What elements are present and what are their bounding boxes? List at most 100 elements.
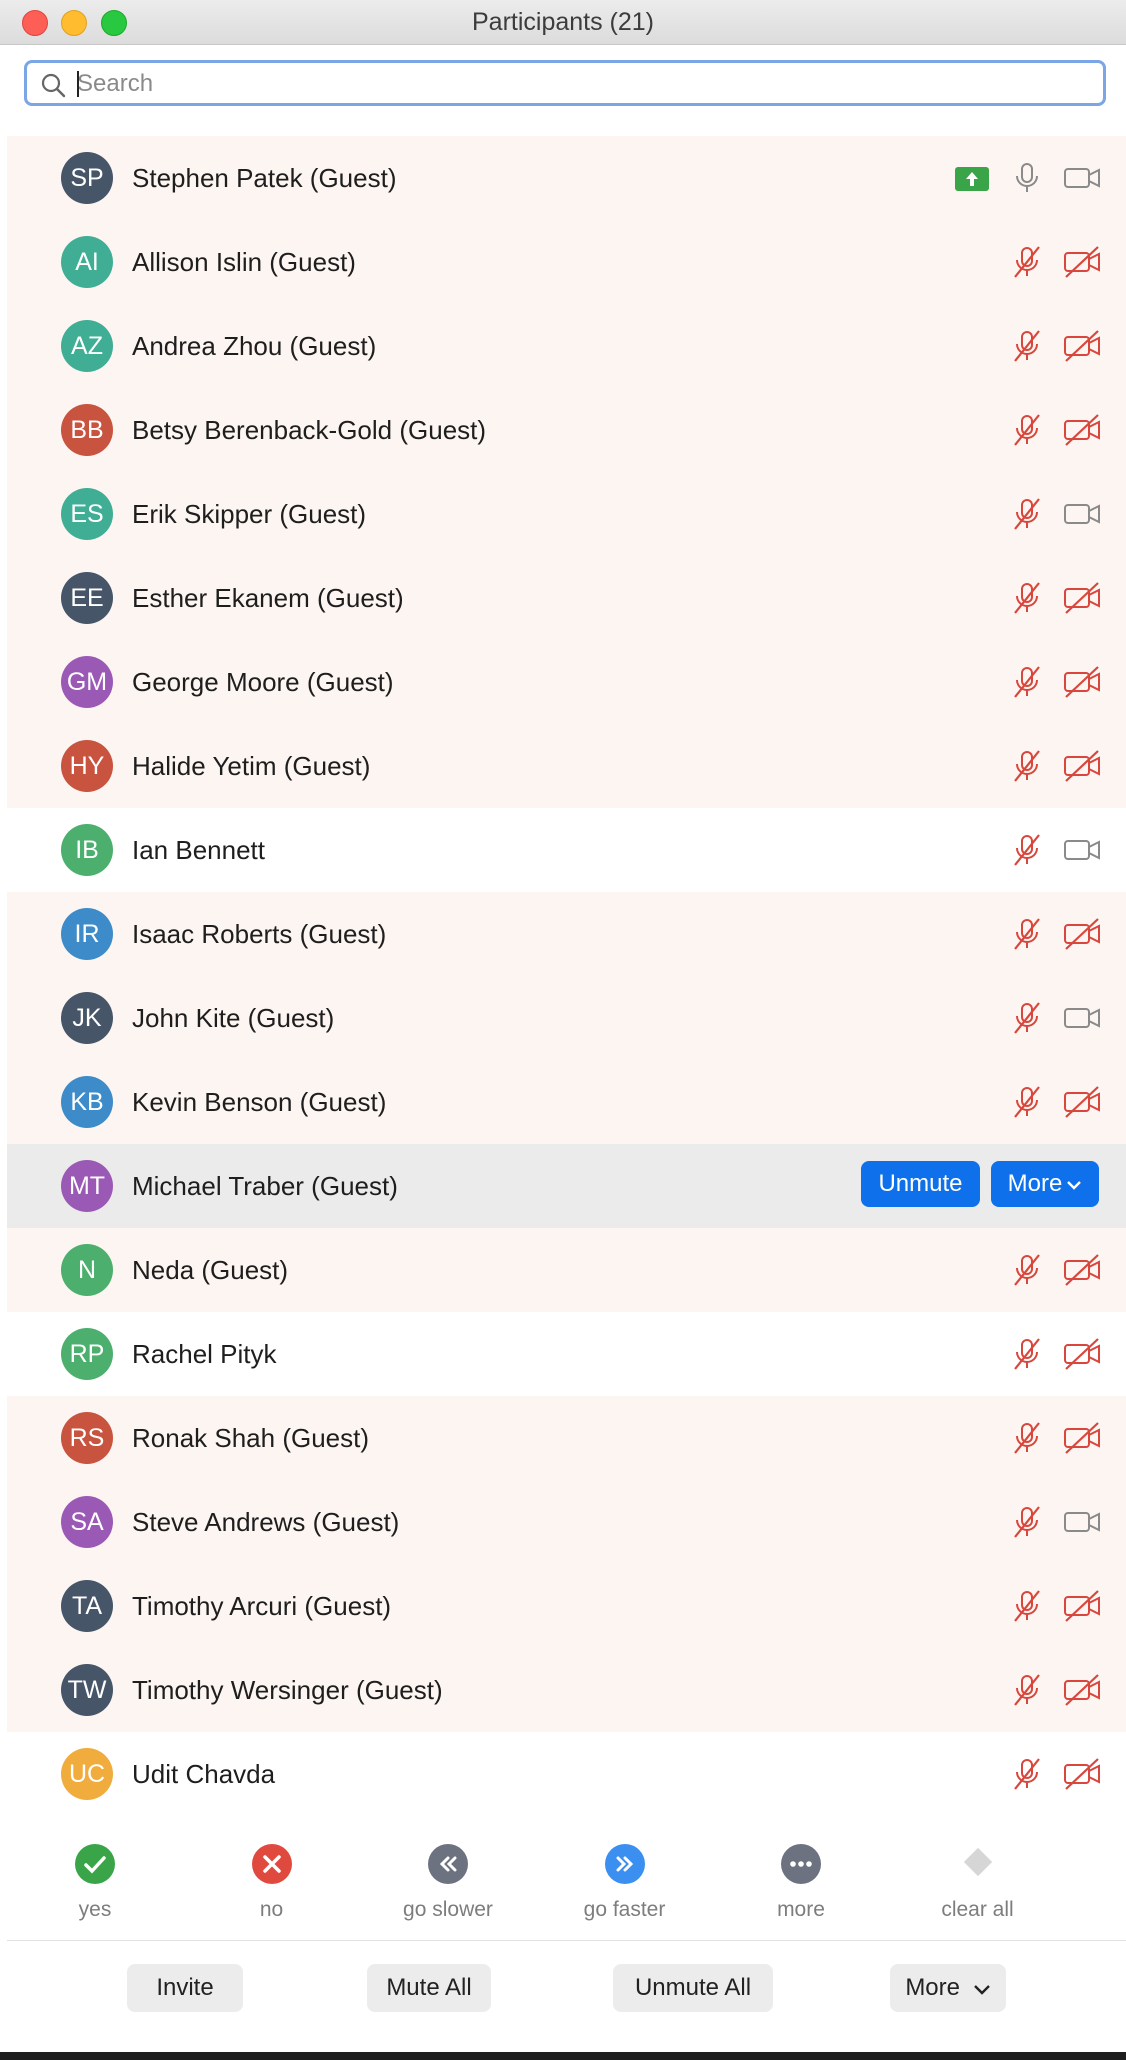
mic-muted-icon[interactable] [1009,1420,1045,1456]
unmute-all-button[interactable]: Unmute All [613,1964,773,2012]
video-off-icon[interactable] [1062,1588,1102,1624]
participants-window: Participants (21) SP Stephen Patek (Guest… [0,0,1126,2060]
mic-muted-icon[interactable] [1009,1084,1045,1120]
video-off-icon[interactable] [1062,412,1102,448]
video-off-icon[interactable] [1062,1756,1102,1792]
video-icon[interactable] [1062,1504,1102,1540]
avatar: EE [61,572,113,624]
participant-name: Stephen Patek (Guest) [132,163,397,193]
video-icon[interactable] [1062,832,1102,868]
mic-muted-icon[interactable] [1009,916,1045,952]
participant-row[interactable]: HY Halide Yetim (Guest) [7,724,1126,808]
participant-row[interactable]: N Neda (Guest) [7,1228,1126,1312]
footer-more-button[interactable]: More [890,1964,1006,2012]
avatar: BB [61,404,113,456]
participant-list: SP Stephen Patek (Guest) AI Allison Islin (… [7,136,1126,1816]
mic-muted-icon[interactable] [1009,664,1045,700]
video-icon[interactable] [1062,496,1102,532]
video-icon[interactable] [1062,1000,1102,1036]
search-icon [41,73,66,98]
participant-row[interactable]: IR Isaac Roberts (Guest) [7,892,1126,976]
reaction-go-slower-button[interactable]: go slower [360,1820,536,1940]
participant-row[interactable]: UC Udit Chavda [7,1732,1126,1816]
video-off-icon[interactable] [1062,916,1102,952]
reaction-label: go slower [403,1898,493,1921]
unmute-participant-button[interactable]: Unmute [861,1161,980,1207]
avatar: AI [61,236,113,288]
participant-name: Steve Andrews (Guest) [132,1507,400,1537]
participant-row[interactable]: AI Allison Islin (Guest) [7,220,1126,304]
reaction-clear-all-button[interactable]: clear all [890,1820,1066,1940]
participant-row[interactable]: KB Kevin Benson (Guest) [7,1060,1126,1144]
participant-row[interactable]: JK John Kite (Guest) [7,976,1126,1060]
video-off-icon[interactable] [1062,244,1102,280]
avatar: TA [61,1580,113,1632]
reaction-no-button[interactable]: no [184,1820,360,1940]
window-title: Participants (21) [471,8,655,36]
video-off-icon[interactable] [1062,1252,1102,1288]
mic-muted-icon[interactable] [1009,1756,1045,1792]
video-off-icon[interactable] [1062,1336,1102,1372]
participant-row[interactable]: TA Timothy Arcuri (Guest) [7,1564,1126,1648]
reactions-bar: yes no go slower go faster more clear all [7,1820,1126,1941]
video-off-icon[interactable] [1062,328,1102,364]
search-box[interactable] [24,60,1106,106]
participant-row[interactable]: TW Timothy Wersinger (Guest) [7,1648,1126,1732]
video-off-icon[interactable] [1062,664,1102,700]
participant-row[interactable]: GM George Moore (Guest) [7,640,1126,724]
mic-muted-icon[interactable] [1009,244,1045,280]
participant-row[interactable]: IB Ian Bennett [7,808,1126,892]
mic-icon[interactable] [1009,160,1045,196]
participant-row[interactable]: EE Esther Ekanem (Guest) [7,556,1126,640]
video-off-icon[interactable] [1062,748,1102,784]
invite-button[interactable]: Invite [127,1964,243,2012]
mic-muted-icon[interactable] [1009,1252,1045,1288]
chevron-down-icon [1062,1170,1082,1197]
participant-row[interactable]: SP Stephen Patek (Guest) [7,136,1126,220]
footer-more-label: More [905,1974,960,2001]
video-off-icon[interactable] [1062,1084,1102,1120]
chevron-down-icon [973,1984,990,1995]
participant-more-button[interactable]: More [991,1161,1099,1207]
reaction-label: go faster [583,1898,666,1921]
mic-muted-icon[interactable] [1009,580,1045,616]
mic-muted-icon[interactable] [1009,748,1045,784]
search-input[interactable] [75,65,1099,103]
mic-muted-icon[interactable] [1009,412,1045,448]
participant-name: George Moore (Guest) [132,667,394,697]
mic-muted-icon[interactable] [1009,1336,1045,1372]
avatar: GM [61,656,113,708]
participant-name: Allison Islin (Guest) [132,247,356,277]
participant-row[interactable]: AZ Andrea Zhou (Guest) [7,304,1126,388]
video-off-icon[interactable] [1062,1420,1102,1456]
mic-muted-icon[interactable] [1009,1000,1045,1036]
video-off-icon[interactable] [1062,1672,1102,1708]
mic-muted-icon[interactable] [1009,328,1045,364]
mic-muted-icon[interactable] [1009,1672,1045,1708]
reaction-go-faster-button[interactable]: go faster [537,1820,713,1940]
mic-muted-icon[interactable] [1009,1588,1045,1624]
reaction-yes-button[interactable]: yes [7,1820,183,1940]
participant-row[interactable]: BB Betsy Berenback-Gold (Guest) [7,388,1126,472]
avatar: SA [61,1496,113,1548]
participant-row[interactable]: MT Michael Traber (Guest) Unmute More [7,1144,1126,1228]
video-off-icon[interactable] [1062,580,1102,616]
mic-muted-icon[interactable] [1009,1504,1045,1540]
participant-row[interactable]: RS Ronak Shah (Guest) [7,1396,1126,1480]
avatar: ES [61,488,113,540]
text-cursor [77,71,79,97]
mic-muted-icon[interactable] [1009,832,1045,868]
video-icon[interactable] [1062,160,1102,196]
mute-all-button[interactable]: Mute All [367,1964,491,2012]
participant-row[interactable]: SA Steve Andrews (Guest) [7,1480,1126,1564]
reaction-more-button[interactable]: more [713,1820,889,1940]
avatar: SP [61,152,113,204]
participant-name: Timothy Wersinger (Guest) [132,1675,443,1705]
participant-name: Ronak Shah (Guest) [132,1423,370,1453]
avatar: JK [61,992,113,1044]
mic-muted-icon[interactable] [1009,496,1045,532]
screen-share-icon [955,167,989,191]
participant-row[interactable]: ES Erik Skipper (Guest) [7,472,1126,556]
x-icon [251,1844,292,1884]
participant-row[interactable]: RP Rachel Pityk [7,1312,1126,1396]
